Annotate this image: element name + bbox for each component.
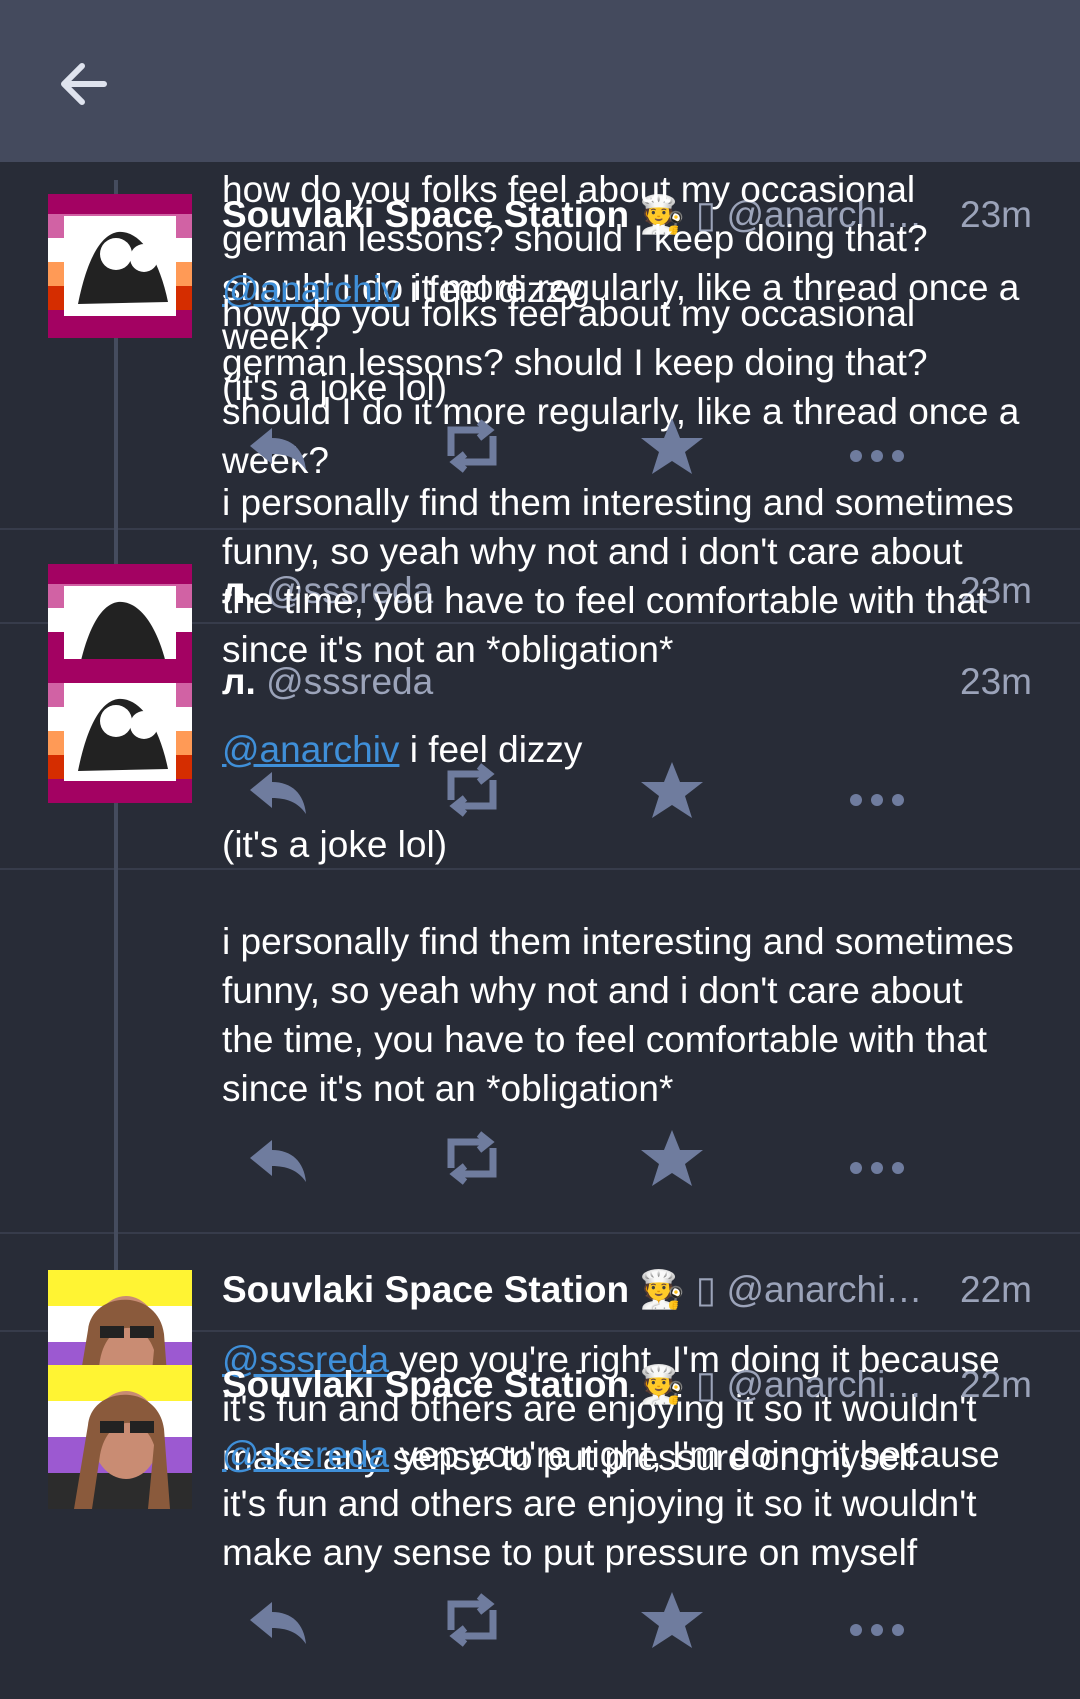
reply-icon xyxy=(250,772,306,814)
boost-icon xyxy=(447,419,497,473)
favourite-button[interactable] xyxy=(637,416,707,476)
status-header: Souvlaki Space Station 🧑‍🍳 ▯ @anarchi… 2… xyxy=(222,1265,1032,1315)
avatar[interactable] xyxy=(48,659,192,803)
reply-button[interactable] xyxy=(242,760,312,820)
favourite-icon xyxy=(641,418,703,474)
more-icon xyxy=(850,450,904,462)
avatar[interactable] xyxy=(48,1365,192,1509)
more-icon xyxy=(850,1162,904,1174)
reply-icon xyxy=(250,428,306,470)
status-body: @sssreda yep you're right, I'm doing it … xyxy=(222,1434,1000,1573)
favourite-icon xyxy=(641,1592,703,1648)
more-button[interactable] xyxy=(842,416,912,476)
status-actions xyxy=(222,760,1022,820)
more-icon xyxy=(850,794,904,806)
timestamp[interactable]: 23m xyxy=(960,657,1032,707)
boost-icon xyxy=(447,763,497,817)
status-note: (it's a joke lol) xyxy=(222,367,448,408)
favourite-button[interactable] xyxy=(637,1128,707,1188)
status-header: Souvlaki Space Station 🧑‍🍳 ▯ @anarchi… 2… xyxy=(222,1360,1032,1410)
glyph: ▯ xyxy=(695,1364,717,1405)
favourite-button[interactable] xyxy=(637,760,707,820)
reply-icon xyxy=(250,1602,306,1644)
boost-button[interactable] xyxy=(437,416,507,476)
chef-emoji: 🧑‍🍳 xyxy=(639,1269,686,1310)
more-button[interactable] xyxy=(842,1590,912,1650)
display-name[interactable]: л. xyxy=(222,661,256,702)
account-handle[interactable]: @sssreda xyxy=(266,661,433,702)
timestamp[interactable]: 22m xyxy=(960,1265,1032,1315)
status-note: (it's a joke lol) xyxy=(222,824,448,865)
status-body: i personally find them interesting and s… xyxy=(222,482,1014,670)
more-icon xyxy=(850,1624,904,1636)
account-handle[interactable]: @anarchi… xyxy=(726,1269,922,1310)
status-actions xyxy=(222,1128,1022,1188)
more-button[interactable] xyxy=(842,760,912,820)
more-button[interactable] xyxy=(842,1128,912,1188)
reply-button[interactable] xyxy=(242,1590,312,1650)
display-name[interactable]: Souvlaki Space Station xyxy=(222,1269,629,1310)
divider xyxy=(0,1232,1080,1234)
favourite-icon xyxy=(641,762,703,818)
back-button[interactable] xyxy=(52,52,116,116)
boost-button[interactable] xyxy=(437,1128,507,1188)
avatar[interactable] xyxy=(48,194,192,338)
reply-icon xyxy=(250,1140,306,1182)
status-actions xyxy=(222,1590,1022,1650)
status-actions xyxy=(222,416,1022,476)
reply-button[interactable] xyxy=(242,416,312,476)
top-app-bar xyxy=(0,0,1080,162)
arrow-left-icon xyxy=(61,63,107,105)
chef-emoji: 🧑‍🍳 xyxy=(639,1364,686,1405)
favourite-icon xyxy=(641,1130,703,1186)
boost-button[interactable] xyxy=(437,1590,507,1650)
boost-button[interactable] xyxy=(437,760,507,820)
favourite-button[interactable] xyxy=(637,1590,707,1650)
mention-link[interactable]: @sssreda xyxy=(222,1434,389,1475)
timestamp[interactable]: 22m xyxy=(960,1360,1032,1410)
boost-icon xyxy=(447,1593,497,1647)
status-header: л. @sssreda 23m xyxy=(222,657,1032,707)
account-handle[interactable]: @anarchi… xyxy=(726,1364,922,1405)
glyph: ▯ xyxy=(695,1269,717,1310)
boost-icon xyxy=(447,1131,497,1185)
display-name[interactable]: Souvlaki Space Station xyxy=(222,1364,629,1405)
reply-button[interactable] xyxy=(242,1128,312,1188)
status-body-secondary: i personally find them interesting and s… xyxy=(222,921,1014,1109)
